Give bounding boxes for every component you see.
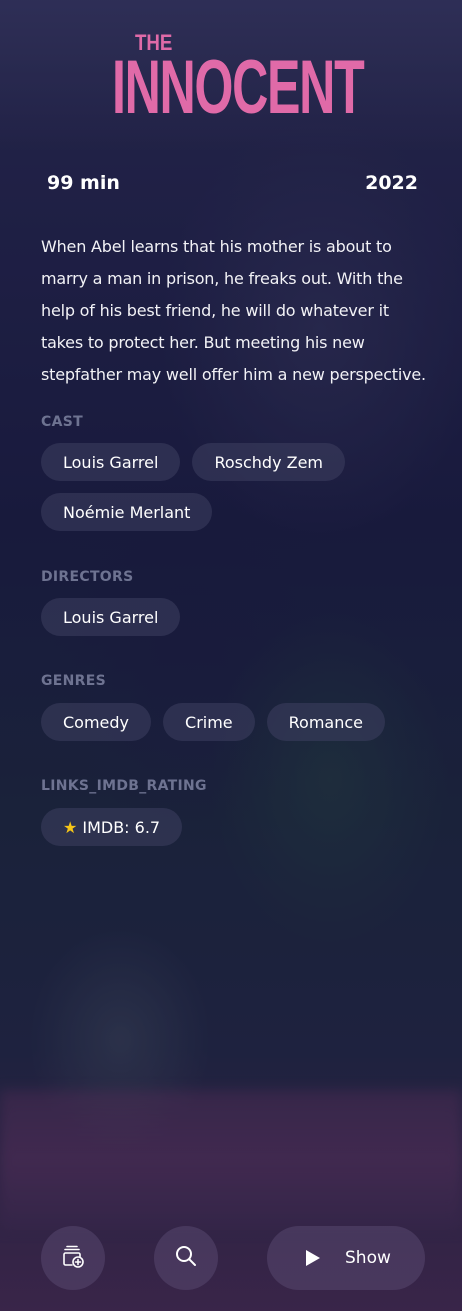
add-to-library-icon: [60, 1243, 86, 1273]
add-to-library-button[interactable]: [41, 1226, 105, 1290]
synopsis: When Abel learns that his mother is abou…: [41, 237, 426, 384]
movie-details: THE INNOCENT 99 min 2022 When Abel learn…: [0, 0, 462, 1311]
cast-chip[interactable]: Roschdy Zem: [192, 443, 346, 481]
imdb-rating-label: IMDB: 6.7: [82, 817, 161, 837]
rating-title: LINKS_IMDB_RATING: [41, 778, 207, 794]
meta-row: 99 min 2022: [47, 172, 418, 194]
play-icon: [305, 1249, 321, 1267]
show-label: Show: [345, 1248, 391, 1268]
cast-chip[interactable]: Noémie Merlant: [41, 493, 213, 531]
cast-list: Louis Garrel Roschdy Zem Noémie Merlant: [41, 443, 441, 531]
genre-chip[interactable]: Romance: [266, 703, 385, 741]
imdb-rating-chip[interactable]: ★ IMDB: 6.7: [41, 808, 183, 846]
directors-title: DIRECTORS: [41, 569, 134, 585]
cast-title: CAST: [41, 414, 83, 430]
genre-chip[interactable]: Comedy: [41, 703, 152, 741]
director-chip[interactable]: Louis Garrel: [41, 598, 181, 636]
logo-title: INNOCENT: [112, 45, 365, 130]
directors-list: Louis Garrel: [41, 598, 441, 636]
search-icon: [174, 1244, 198, 1272]
rating-list: ★ IMDB: 6.7: [41, 808, 441, 846]
genres-title: GENRES: [41, 673, 106, 689]
genre-chip[interactable]: Crime: [163, 703, 255, 741]
cast-chip[interactable]: Louis Garrel: [41, 443, 181, 481]
release-year: 2022: [365, 172, 418, 194]
show-button[interactable]: Show: [267, 1226, 425, 1290]
genres-list: Comedy Crime Romance: [41, 703, 441, 741]
star-icon: ★: [63, 817, 78, 837]
search-button[interactable]: [154, 1226, 218, 1290]
duration: 99 min: [47, 172, 120, 194]
